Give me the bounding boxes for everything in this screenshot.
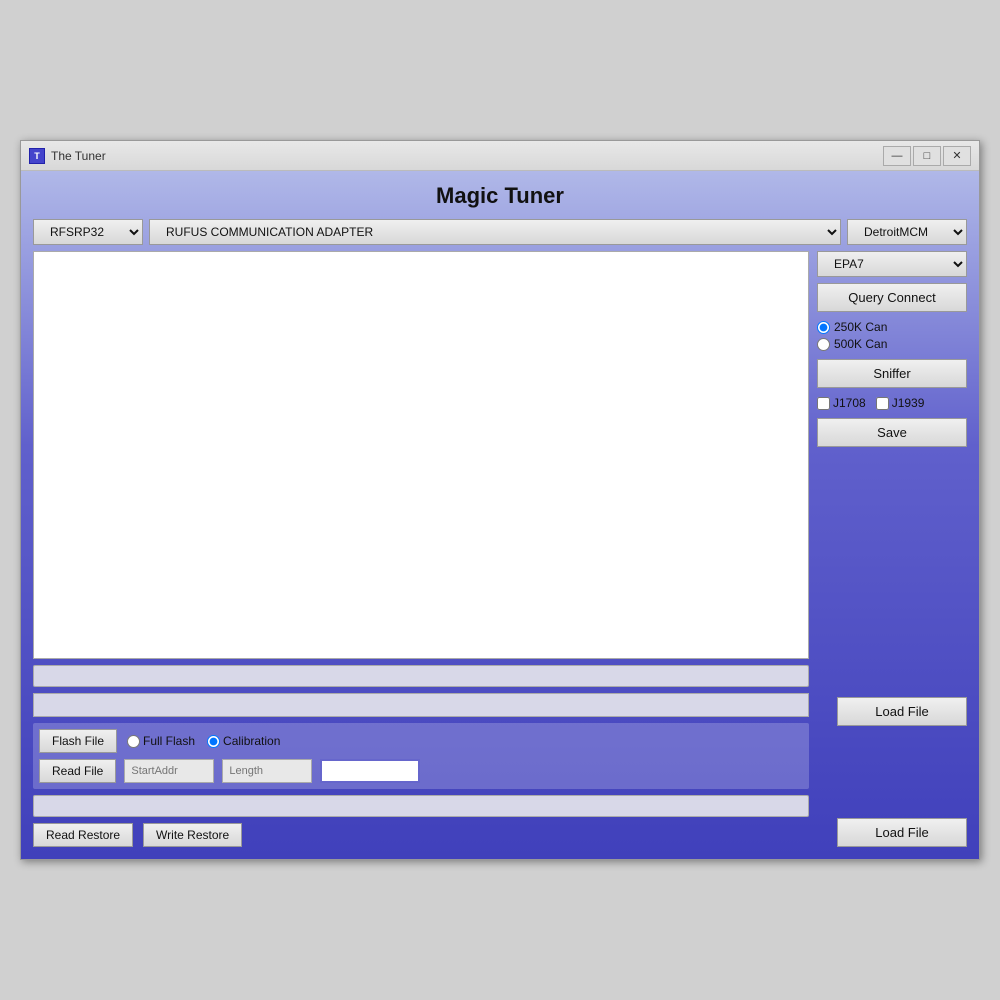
checkbox-row: J1708 J1939 (817, 394, 967, 412)
load-file-top-button[interactable]: Load File (837, 697, 967, 726)
can-500-option[interactable]: 500K Can (817, 337, 967, 351)
query-connect-button[interactable]: Query Connect (817, 283, 967, 312)
read-file-row: Read File (39, 759, 803, 783)
flash-section: Flash File Full Flash Calibration (33, 723, 809, 789)
j1939-checkbox-label[interactable]: J1939 (876, 396, 925, 410)
main-window: T The Tuner — □ ✕ Magic Tuner RFSRP32 RU… (20, 140, 980, 860)
sniffer-button[interactable]: Sniffer (817, 359, 967, 388)
window-controls: — □ ✕ (883, 146, 971, 166)
read-restore-button[interactable]: Read Restore (33, 823, 133, 847)
left-panel: Flash File Full Flash Calibration (33, 251, 809, 847)
read-file-button[interactable]: Read File (39, 759, 116, 783)
file-path-input-top[interactable] (33, 693, 809, 717)
save-button[interactable]: Save (817, 418, 967, 447)
log-area (33, 251, 809, 659)
main-area: Flash File Full Flash Calibration (33, 251, 967, 847)
progress-bar-bottom (33, 795, 809, 817)
file-path-row-top (33, 693, 809, 717)
flash-file-row: Flash File Full Flash Calibration (39, 729, 803, 753)
title-bar: T The Tuner — □ ✕ (21, 141, 979, 171)
close-button[interactable]: ✕ (943, 146, 971, 166)
app-icon: T (29, 148, 45, 164)
ecu-type-dropdown[interactable]: DetroitMCM (847, 219, 967, 245)
j1939-checkbox[interactable] (876, 397, 889, 410)
right-panel: EPA7 Query Connect 250K Can 500K Can (817, 251, 967, 847)
calibration-option[interactable]: Calibration (207, 734, 280, 748)
window-content: Magic Tuner RFSRP32 RUFUS COMMUNICATION … (21, 171, 979, 859)
start-addr-input[interactable] (124, 759, 214, 783)
minimize-button[interactable]: — (883, 146, 911, 166)
maximize-button[interactable]: □ (913, 146, 941, 166)
calibration-radio[interactable] (207, 735, 220, 748)
length-value-input[interactable] (320, 759, 420, 783)
j1708-checkbox-label[interactable]: J1708 (817, 396, 866, 410)
j1708-checkbox[interactable] (817, 397, 830, 410)
epa-dropdown[interactable]: EPA7 (817, 251, 967, 277)
flash-file-button[interactable]: Flash File (39, 729, 117, 753)
ecu-dropdown[interactable]: RFSRP32 (33, 219, 143, 245)
length-input[interactable] (222, 759, 312, 783)
can-options: 250K Can 500K Can (817, 318, 967, 353)
app-title: Magic Tuner (33, 183, 967, 209)
progress-bar-top (33, 665, 809, 687)
can-500-radio[interactable] (817, 338, 830, 351)
flash-radio-group: Full Flash Calibration (127, 734, 280, 748)
can-250-radio[interactable] (817, 321, 830, 334)
write-restore-button[interactable]: Write Restore (143, 823, 242, 847)
load-file-bottom-button[interactable]: Load File (837, 818, 967, 847)
can-250-option[interactable]: 250K Can (817, 320, 967, 334)
window-title: The Tuner (51, 149, 883, 163)
full-flash-radio[interactable] (127, 735, 140, 748)
adapter-dropdown[interactable]: RUFUS COMMUNICATION ADAPTER (149, 219, 841, 245)
full-flash-option[interactable]: Full Flash (127, 734, 195, 748)
restore-row: Read Restore Write Restore (33, 823, 809, 847)
top-controls-row: RFSRP32 RUFUS COMMUNICATION ADAPTER Detr… (33, 219, 967, 245)
